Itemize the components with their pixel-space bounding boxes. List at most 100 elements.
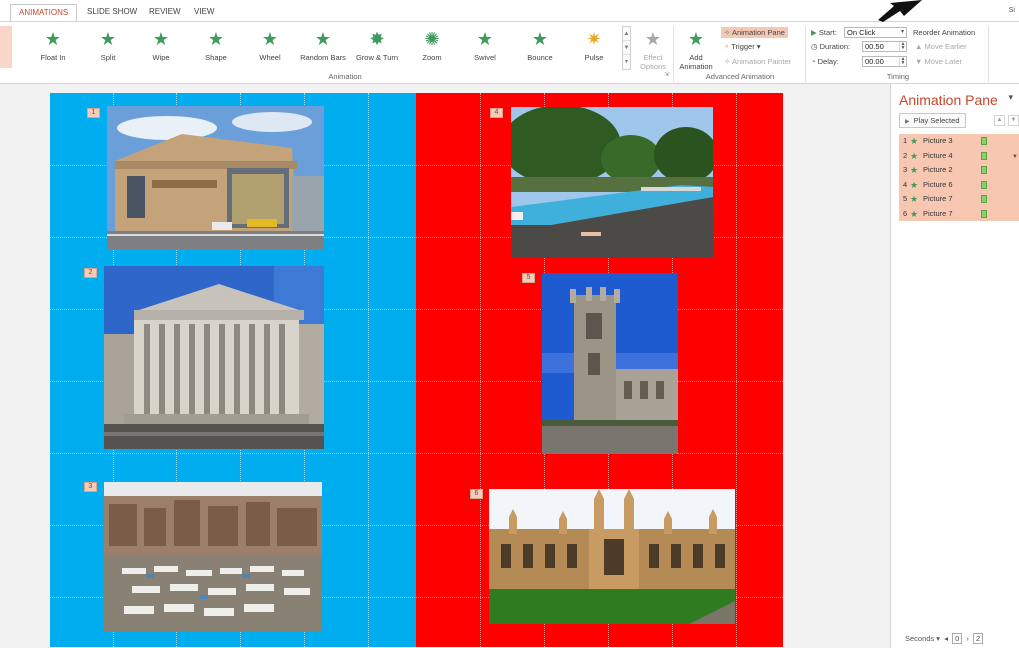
timeline-separator: › [966, 634, 969, 643]
pulse-effect-button[interactable]: ✷ Pulse [571, 28, 617, 66]
picture-museum[interactable] [104, 266, 324, 449]
duration-spinner-icon[interactable]: ▲ ▼ [899, 42, 906, 51]
trigger-button[interactable]: ⚡ Trigger ▾ [724, 42, 761, 51]
wheel-effect-button[interactable]: ★ Wheel [247, 28, 293, 66]
timeline-left-icon[interactable]: ◂ [944, 634, 948, 643]
float-in-effect-button[interactable]: ★ Float In [30, 28, 76, 66]
picture-market[interactable] [104, 482, 322, 632]
list-item[interactable]: 1 ★ Picture 3 [899, 134, 1019, 149]
delay-input[interactable]: 00.00 ▲ ▼ [862, 56, 907, 67]
move-down-icon[interactable]: ▼ [1008, 115, 1019, 126]
slide-canvas[interactable]: 1 2 3 4 5 6 [50, 93, 783, 647]
timing-bar[interactable] [981, 209, 987, 218]
move-up-icon[interactable]: ▲ [994, 115, 1005, 126]
picture-pool[interactable] [511, 107, 713, 258]
duration-input[interactable]: 00.50 ▲ ▼ [862, 41, 907, 52]
animation-tag-2[interactable]: 2 [84, 268, 97, 278]
picture-building[interactable] [107, 106, 324, 249]
picture-church-tower[interactable] [542, 273, 678, 454]
item-name: Picture 6 [923, 179, 953, 189]
timing-bar[interactable] [981, 180, 987, 189]
timing-bar[interactable] [981, 137, 987, 145]
wipe-effect-button[interactable]: ★ Wipe [138, 28, 184, 66]
item-number: 6 [903, 208, 908, 218]
pulse-icon: ✷ [586, 29, 602, 49]
gallery-scrollbar[interactable]: ▲ ▼ ▾ [622, 26, 631, 70]
split-effect-button[interactable]: ★ Split [85, 28, 131, 66]
group-divider [673, 26, 674, 82]
tab-view[interactable]: VIEW [186, 4, 222, 22]
item-name: Picture 3 [923, 136, 953, 145]
timeline-footer: Seconds ▾ ◂ 0 › 2 [905, 633, 985, 644]
shape-effect-button[interactable]: ★ Shape [193, 28, 239, 66]
bounce-icon: ★ [531, 29, 549, 49]
item-name: Picture 7 [923, 208, 953, 218]
gallery-scroll-up-icon[interactable]: ▲ [623, 27, 630, 41]
animation-tag-1[interactable]: 1 [87, 108, 100, 118]
wheel-icon: ★ [261, 29, 279, 49]
animation-dialog-launcher-icon[interactable]: ⇲ [664, 71, 669, 78]
swivel-effect-button[interactable]: ★ Swivel [462, 28, 508, 66]
move-later-label: Move Later [924, 57, 963, 66]
bounce-effect-button[interactable]: ★ Bounce [517, 28, 563, 66]
zoom-label: Zoom [422, 53, 442, 62]
add-animation-label: Add Animation [679, 53, 713, 71]
animation-tag-4[interactable]: 4 [490, 108, 503, 118]
seconds-dropdown-icon[interactable]: ▾ [936, 634, 940, 643]
pane-options-icon[interactable]: ▾ [1008, 92, 1013, 103]
list-item[interactable]: 2 ★ Picture 4 [899, 149, 1019, 164]
random-bars-effect-button[interactable]: ★ Random Bars [300, 28, 346, 66]
entrance-star-icon: ★ [910, 165, 919, 175]
account-sign-in[interactable]: Si [1009, 7, 1015, 14]
timing-bar[interactable] [981, 195, 987, 203]
animation-pane-button[interactable]: ✧ Animation Pane [721, 27, 788, 38]
gallery-scroll-down-icon[interactable]: ▼ [623, 41, 630, 55]
list-item[interactable]: 5 ★ Picture 7 [899, 192, 1019, 207]
pane-scroll-down-icon[interactable]: ▼ [1012, 154, 1018, 160]
bounce-label: Bounce [527, 53, 553, 62]
start-select[interactable]: On Click ▾ [844, 27, 907, 38]
duration-label: ◷ Duration: [811, 42, 850, 51]
list-item[interactable]: 6 ★ Picture 7 [899, 207, 1019, 222]
zoom-icon: ✺ [424, 29, 440, 49]
seconds-label[interactable]: Seconds [905, 634, 934, 643]
zoom-effect-button[interactable]: ✺ Zoom [409, 28, 455, 66]
effect-options-button[interactable]: ★ Effect Options [634, 28, 672, 71]
reorder-animation-label: Reorder Animation [913, 28, 976, 37]
move-later-button[interactable]: ▼ Move Later [915, 57, 962, 66]
wheel-label: Wheel [259, 53, 281, 62]
add-animation-button[interactable]: ★ Add Animation [675, 28, 717, 71]
play-selected-button[interactable]: ▶ Play Selected [899, 113, 966, 128]
move-earlier-button[interactable]: ▲ Move Earlier [915, 42, 967, 51]
animation-pane: Animation Pane ▾ ▶ Play Selected ▲ ▼ 1 ★ … [890, 84, 1019, 648]
animation-tag-3[interactable]: 3 [84, 482, 97, 492]
item-number: 5 [903, 194, 908, 203]
list-item[interactable]: 3 ★ Picture 2 [899, 163, 1019, 178]
grow-turn-effect-button[interactable]: ✸ Grow & Turn [354, 28, 400, 66]
clock-icon: ◷ [811, 42, 818, 51]
grid-guide [480, 93, 481, 647]
picture-college[interactable] [489, 489, 735, 624]
effect-options-icon: ★ [644, 29, 662, 49]
advanced-animation-group-label: Advanced Animation [705, 72, 775, 81]
move-earlier-label: Move Earlier [924, 42, 967, 51]
tab-slide-show[interactable]: SLIDE SHOW [79, 4, 145, 22]
gallery-more-icon[interactable]: ▾ [623, 55, 630, 69]
tab-animations[interactable]: ANIMATIONS [10, 4, 78, 22]
item-name: Picture 2 [923, 165, 953, 174]
duration-value: 00.50 [865, 42, 884, 51]
timing-bar[interactable] [981, 151, 987, 160]
tab-review[interactable]: REVIEW [141, 4, 189, 22]
gallery-selected-none-item[interactable] [0, 26, 12, 68]
animation-tag-5[interactable]: 5 [522, 273, 535, 283]
start-dropdown-icon[interactable]: ▾ [899, 28, 906, 37]
effect-options-label: Effect Options [640, 53, 666, 71]
timeline-next: 2 [972, 633, 984, 644]
timing-bar[interactable] [981, 166, 987, 174]
animation-painter-button[interactable]: ✧ Animation Painter [724, 57, 791, 66]
random-bars-label: Random Bars [300, 53, 346, 62]
animation-tag-6[interactable]: 6 [470, 489, 483, 499]
animation-painter-label: Animation Painter [731, 57, 792, 66]
delay-spinner-icon[interactable]: ▲ ▼ [899, 57, 906, 66]
list-item[interactable]: 4 ★ Picture 6 [899, 178, 1019, 193]
